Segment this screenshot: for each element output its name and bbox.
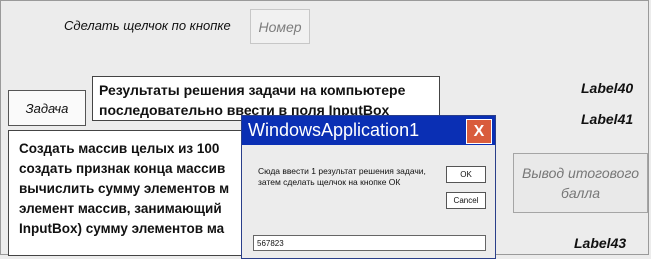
nomer-button[interactable]: Номер <box>250 9 310 44</box>
zadacha-button[interactable]: Задача <box>8 90 86 126</box>
label40: Label40 <box>581 80 634 96</box>
cancel-button[interactable]: Cancel <box>446 192 486 209</box>
dialog-prompt: Сюда ввести 1 результат решения задачи, … <box>258 166 426 188</box>
close-icon[interactable]: X <box>466 119 492 144</box>
dialog-title: WindowsApplication1 <box>248 120 420 140</box>
prompt-line: Сюда ввести 1 результат решения задачи, <box>258 166 426 176</box>
label41: Label41 <box>581 111 634 127</box>
dialog-titlebar[interactable]: WindowsApplication1 <box>242 116 495 145</box>
vyvod-button[interactable]: Вывод итогового балла <box>513 153 648 213</box>
inputbox-dialog: WindowsApplication1 X Сюда ввести 1 резу… <box>241 115 496 259</box>
hint-text: Сделать щелчок по кнопке <box>64 18 231 33</box>
vyvod-button-label: Вывод итогового балла <box>522 165 639 201</box>
prompt-line: затем сделать щелчок на кнопке ОК <box>258 177 401 187</box>
dialog-input-field[interactable]: 567823 <box>253 235 486 251</box>
ok-button[interactable]: OK <box>446 166 486 183</box>
label43: Label43 <box>574 235 627 251</box>
